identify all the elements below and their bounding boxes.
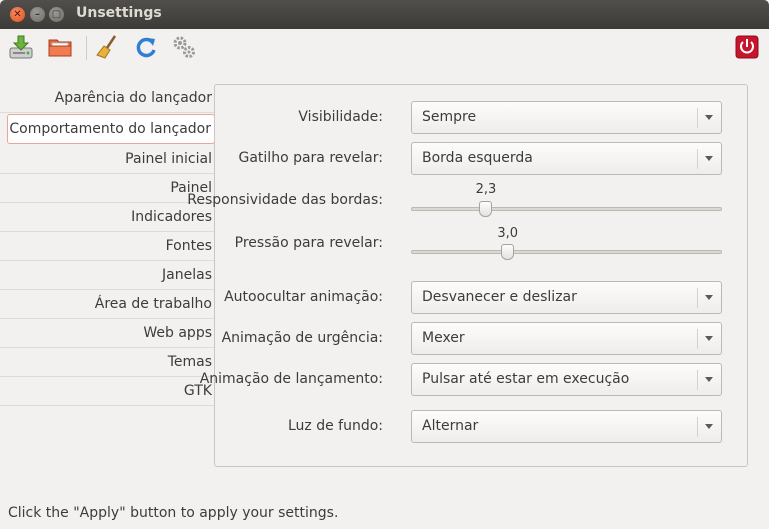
chevron-down-icon [705, 424, 713, 429]
window-title: Unsettings [76, 5, 162, 21]
visibility-value: Sempre [422, 109, 477, 125]
edge-responsiveness-label: Responsividade das bordas: [187, 192, 383, 208]
backlight-value: Alternar [422, 418, 479, 434]
chevron-down-icon [705, 156, 713, 161]
save-icon [9, 35, 33, 59]
urgency-animation-label: Animação de urgência: [221, 330, 383, 346]
status-message: Click the "Apply" button to apply your s… [8, 505, 339, 521]
edge-responsiveness-slider-handle[interactable] [479, 201, 493, 217]
backlight-label: Luz de fundo: [287, 418, 383, 434]
sidebar-item-windows[interactable]: Janelas [0, 261, 215, 290]
autohide-animation-label: Autoocultar animação: [224, 289, 383, 305]
quit-button[interactable] [733, 33, 761, 61]
reveal-pressure-value: 3,0 [497, 226, 519, 241]
reveal-trigger-label: Gatilho para revelar: [238, 150, 384, 166]
edge-responsiveness-value: 2,3 [475, 182, 497, 197]
open-button[interactable] [46, 33, 74, 61]
reveal-pressure-label: Pressão para revelar: [234, 235, 383, 251]
reveal-pressure-slider[interactable] [411, 250, 722, 254]
combo-separator [697, 108, 698, 128]
backlight-select[interactable]: Alternar [411, 410, 722, 443]
chevron-down-icon [705, 336, 713, 341]
launch-animation-label: Animação de lançamento: [199, 371, 383, 387]
sidebar-item-workspace[interactable]: Área de trabalho [0, 290, 215, 319]
reveal-trigger-value: Borda esquerda [422, 150, 533, 166]
sidebar-item-dash[interactable]: Painel inicial [0, 145, 215, 174]
toolbar [0, 29, 769, 67]
reveal-trigger-select[interactable]: Borda esquerda [411, 142, 722, 175]
visibility-select[interactable]: Sempre [411, 101, 722, 134]
autohide-animation-value: Desvanecer e deslizar [422, 289, 577, 305]
category-sidebar: Aparência do lançador Comportamento do l… [0, 84, 215, 406]
close-window-button[interactable]: ✕ [10, 7, 25, 22]
sidebar-item-web-apps[interactable]: Web apps [0, 319, 215, 348]
combo-separator [697, 417, 698, 437]
autohide-animation-select[interactable]: Desvanecer e deslizar [411, 281, 722, 314]
gears-icon [173, 36, 195, 58]
combo-separator [697, 370, 698, 390]
urgency-animation-select[interactable]: Mexer [411, 322, 722, 355]
combo-separator [697, 329, 698, 349]
open-folder-icon [48, 39, 72, 57]
urgency-animation-value: Mexer [422, 330, 465, 346]
maximize-window-button[interactable]: ▢ [49, 7, 64, 22]
sidebar-item-gtk[interactable]: GTK [0, 377, 215, 406]
launch-animation-value: Pulsar até estar em execução [422, 371, 630, 387]
edge-responsiveness-slider[interactable] [411, 207, 722, 211]
clean-button[interactable] [94, 33, 122, 61]
power-icon [735, 35, 759, 59]
chevron-down-icon [705, 377, 713, 382]
sidebar-item-launcher-appearance[interactable]: Aparência do lançador [0, 84, 215, 113]
title-bar: ✕ – ▢ Unsettings [0, 0, 769, 29]
combo-separator [697, 288, 698, 308]
visibility-label: Visibilidade: [298, 109, 383, 125]
chevron-down-icon [705, 115, 713, 120]
launch-animation-select[interactable]: Pulsar até estar em execução [411, 363, 722, 396]
save-button[interactable] [7, 33, 35, 61]
sidebar-item-themes[interactable]: Temas [0, 348, 215, 377]
sidebar-item-indicators[interactable]: Indicadores [0, 203, 215, 232]
settings-button[interactable] [170, 33, 198, 61]
refresh-button[interactable] [132, 33, 160, 61]
combo-separator [697, 149, 698, 169]
sidebar-item-launcher-behavior[interactable]: Comportamento do lançador [7, 114, 215, 144]
toolbar-separator [86, 36, 87, 60]
sidebar-item-panel[interactable]: Painel [0, 174, 215, 203]
minimize-window-button[interactable]: – [30, 7, 45, 22]
reveal-pressure-slider-handle[interactable] [500, 244, 514, 260]
chevron-down-icon [705, 295, 713, 300]
refresh-icon [136, 37, 156, 58]
broom-icon [96, 35, 117, 59]
settings-panel: Visibilidade: Sempre Gatilho para revela… [187, 84, 748, 467]
sidebar-item-fonts[interactable]: Fontes [0, 232, 215, 261]
